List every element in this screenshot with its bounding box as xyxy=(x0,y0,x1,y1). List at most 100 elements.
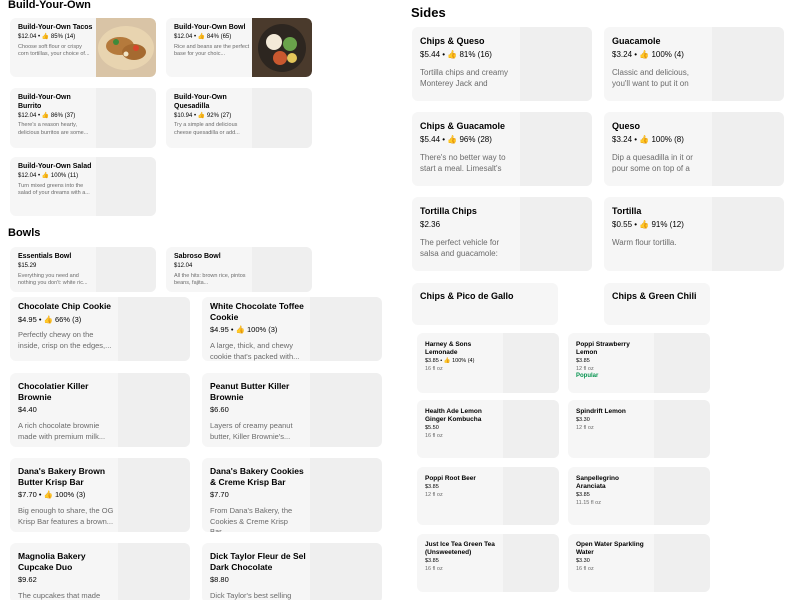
menu-item-card[interactable]: Chocolatier Killer Brownie $4.40 A rich … xyxy=(10,373,190,447)
item-image-placeholder xyxy=(96,88,156,148)
item-image-placeholder xyxy=(503,467,559,525)
item-description: Perfectly chewy on the inside, crisp on … xyxy=(18,330,112,350)
menu-item-card[interactable]: Dana's Bakery Cookies & Creme Krisp Bar … xyxy=(202,458,382,532)
bowl-image xyxy=(252,18,312,77)
menu-item-card[interactable]: Essentials Bowl $15.29 Everything you ne… xyxy=(10,247,156,292)
item-image-placeholder xyxy=(712,197,784,271)
menu-item-card[interactable]: Chips & Guacamole $5.44 • 👍 96% (28) The… xyxy=(412,112,592,186)
item-image-placeholder xyxy=(654,333,710,393)
menu-item-card[interactable]: Dana's Bakery Brown Butter Krisp Bar $7.… xyxy=(10,458,190,532)
menu-item-card[interactable]: Magnolia Bakery Cupcake Duo $9.62 The cu… xyxy=(10,543,190,600)
item-image-placeholder xyxy=(712,112,784,186)
item-name: Build-Your-Own Salad xyxy=(18,163,92,170)
item-price-rating: $5.44 • 👍 81% (16) xyxy=(420,50,492,60)
item-size: 11.15 fl oz xyxy=(576,500,601,507)
menu-item-card[interactable]: White Chocolate Toffee Cookie $4.95 • 👍 … xyxy=(202,297,382,361)
item-name: Build-Your-Own Tacos xyxy=(18,24,93,31)
item-name: Chips & Queso xyxy=(420,36,485,46)
menu-item-card[interactable]: Build-Your-Own Tacos $12.04 • 👍 85% (14)… xyxy=(10,18,156,77)
item-price-rating: $7.70 • 👍 100% (3) xyxy=(18,490,86,500)
menu-item-card[interactable]: Sanpellegrino Aranciata $3.85 11.15 fl o… xyxy=(568,467,710,525)
item-image-placeholder xyxy=(96,157,156,216)
menu-item-card[interactable]: Queso $3.24 • 👍 100% (8) Dip a quesadill… xyxy=(604,112,784,186)
menu-item-card[interactable]: Poppi Root Beer $3.85 12 fl oz xyxy=(417,467,559,525)
item-size: 12 fl oz xyxy=(576,366,594,373)
item-price: $3.30 xyxy=(576,558,590,565)
item-price-rating: $0.55 • 👍 91% (12) xyxy=(612,220,684,230)
menu-item-card[interactable]: Chips & Green Chili xyxy=(604,283,710,325)
menu-item-card[interactable]: Peanut Butter Killer Brownie $6.60 Layer… xyxy=(202,373,382,447)
item-description: All the hits: brown rice, pintos beans, … xyxy=(174,272,246,287)
item-name: Tortilla Chips xyxy=(420,206,477,216)
item-image-placeholder xyxy=(118,373,190,447)
item-price: $9.62 xyxy=(18,575,37,585)
menu-item-card[interactable]: Build-Your-Own Quesadilla $10.94 • 👍 92%… xyxy=(166,88,312,148)
item-image-placeholder xyxy=(118,458,190,532)
item-size: 16 fl oz xyxy=(425,566,443,573)
item-image-placeholder xyxy=(252,88,312,148)
item-price: $8.80 xyxy=(210,575,229,585)
item-name: Chips & Green Chili xyxy=(612,291,697,301)
item-name: Sanpellegrino Aranciata xyxy=(576,475,619,491)
menu-item-card[interactable]: Open Water Sparkling Water $3.30 16 fl o… xyxy=(568,534,710,592)
section-title-bowls: Bowls xyxy=(8,227,41,239)
menu-item-card[interactable]: Build-Your-Own Burrito $12.04 • 👍 86% (3… xyxy=(10,88,156,148)
item-name: Open Water Sparkling Water xyxy=(576,541,644,557)
item-name: Chips & Guacamole xyxy=(420,121,506,131)
item-name: White Chocolate Toffee Cookie xyxy=(210,301,304,322)
item-price-rating: $3.85 • 👍 100% (4) xyxy=(425,358,475,365)
item-price: $7.70 xyxy=(210,490,229,500)
item-image-placeholder xyxy=(654,467,710,525)
item-price-rating: $12.04 • 👍 85% (14) xyxy=(18,33,76,40)
item-name: Just Ice Tea Green Tea (Unsweetened) xyxy=(425,541,495,557)
menu-item-card[interactable]: Guacamole $3.24 • 👍 100% (4) Classic and… xyxy=(604,27,784,101)
item-name: Build-Your-Own Burrito xyxy=(18,94,71,110)
item-image-placeholder xyxy=(310,543,382,600)
item-name: Chocolate Chip Cookie xyxy=(18,301,112,311)
item-name: Magnolia Bakery Cupcake Duo xyxy=(18,551,86,572)
menu-item-card[interactable]: Harney & Sons Lemonade $3.85 • 👍 100% (4… xyxy=(417,333,559,393)
item-price-rating: $10.94 • 👍 92% (27) xyxy=(174,112,232,119)
item-image-placeholder xyxy=(310,297,382,361)
item-image-placeholder xyxy=(654,534,710,592)
menu-item-card[interactable]: Sabroso Bowl $12.04 All the hits: brown … xyxy=(166,247,312,292)
menu-item-card[interactable]: Poppi Strawberry Lemon $3.85 12 fl oz Po… xyxy=(568,333,710,393)
item-price: $3.85 xyxy=(425,484,439,491)
item-image-placeholder xyxy=(712,27,784,101)
item-description: There's no better way to start a meal. L… xyxy=(420,152,506,173)
item-image-placeholder xyxy=(310,373,382,447)
item-description: Layers of creamy peanut butter, Killer B… xyxy=(210,421,293,441)
item-image-placeholder xyxy=(252,247,312,292)
item-image-placeholder xyxy=(520,197,592,271)
item-description: Rice and beans are the perfect base for … xyxy=(174,43,250,58)
menu-item-card[interactable]: Health Ade Lemon Ginger Kombucha $5.50 1… xyxy=(417,400,559,458)
item-description: Big enough to share, the OG Krisp Bar fe… xyxy=(18,506,114,526)
menu-item-card[interactable]: Spindrift Lemon $3.30 12 fl oz xyxy=(568,400,710,458)
item-image-placeholder xyxy=(503,534,559,592)
menu-item-card[interactable]: Chips & Pico de Gallo xyxy=(412,283,558,325)
menu-item-card[interactable]: Chocolate Chip Cookie $4.95 • 👍 66% (3) … xyxy=(10,297,190,361)
item-image-placeholder xyxy=(654,400,710,458)
item-price-rating: $5.44 • 👍 96% (28) xyxy=(420,135,492,145)
item-size: 12 fl oz xyxy=(425,492,443,499)
item-name: Chocolatier Killer Brownie xyxy=(18,381,89,402)
popular-badge: Popular xyxy=(576,373,599,380)
item-name: Poppi Strawberry Lemon xyxy=(576,341,630,357)
item-name: Dana's Bakery Cookies & Creme Krisp Bar xyxy=(210,466,304,487)
menu-item-card[interactable]: Chips & Queso $5.44 • 👍 81% (16) Tortill… xyxy=(412,27,592,101)
menu-item-card[interactable]: Just Ice Tea Green Tea (Unsweetened) $3.… xyxy=(417,534,559,592)
menu-item-card[interactable]: Build-Your-Own Bowl $12.04 • 👍 84% (65) … xyxy=(166,18,312,77)
item-name: Health Ade Lemon Ginger Kombucha xyxy=(425,408,482,424)
item-description: Turn mixed greens into the salad of your… xyxy=(18,182,90,197)
menu-item-card[interactable]: Build-Your-Own Salad $12.04 • 👍 100% (11… xyxy=(10,157,156,216)
item-description: The cupcakes that made Magnolia Bakery f… xyxy=(18,591,101,600)
menu-item-card[interactable]: Tortilla Chips $2.36 The perfect vehicle… xyxy=(412,197,592,271)
item-size: 16 fl oz xyxy=(425,433,443,440)
item-image-placeholder xyxy=(310,458,382,532)
item-name: Tortilla xyxy=(612,206,642,216)
item-price: $4.40 xyxy=(18,405,37,415)
item-price-rating: $4.95 • 👍 100% (3) xyxy=(210,325,278,335)
menu-item-card[interactable]: Dick Taylor Fleur de Sel Dark Chocolate … xyxy=(202,543,382,600)
item-name: Poppi Root Beer xyxy=(425,475,476,482)
menu-item-card[interactable]: Tortilla $0.55 • 👍 91% (12) Warm flour t… xyxy=(604,197,784,271)
